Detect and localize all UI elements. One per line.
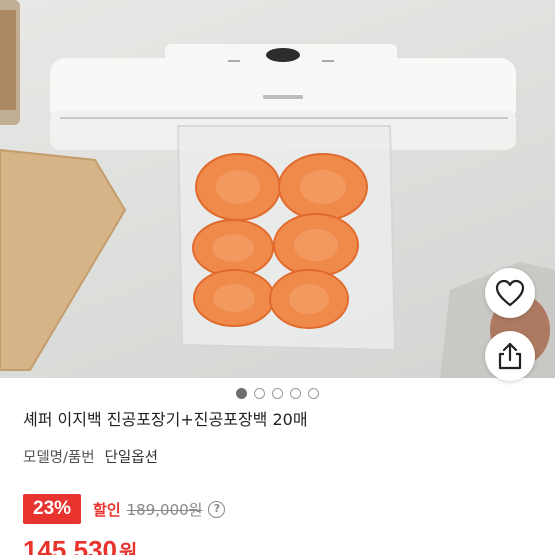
carousel-indicator xyxy=(0,388,555,400)
model-info: 모델명/품번 단일옵션 xyxy=(23,446,158,467)
heart-outline-icon xyxy=(495,279,525,307)
share-icon xyxy=(498,342,522,370)
info-icon[interactable]: ? xyxy=(208,500,226,518)
model-value: 단일옵션 xyxy=(104,450,158,466)
sale-price: 145,530 원 xyxy=(23,535,137,555)
discount-badge: 23% xyxy=(23,494,82,524)
model-label: 모델명/품번 xyxy=(23,450,95,466)
sale-price-value: 145,530 xyxy=(23,535,117,555)
product-image[interactable] xyxy=(0,0,555,378)
carousel-dot[interactable] xyxy=(308,388,319,399)
carousel-dot[interactable] xyxy=(236,388,247,399)
share-button[interactable] xyxy=(485,331,535,381)
product-title: 셰퍼 이지백 진공포장기+진공포장백 20매 xyxy=(23,410,308,429)
product-photo-illustration xyxy=(0,0,555,378)
like-button[interactable] xyxy=(485,268,535,318)
original-price: 189,000원 xyxy=(126,500,203,519)
discount-row: 23% 할인 189,000원 ? xyxy=(23,494,226,524)
currency-unit: 원 xyxy=(118,542,138,555)
carousel-dot[interactable] xyxy=(254,388,265,399)
carousel-dot[interactable] xyxy=(272,388,283,399)
sale-label: 할인 xyxy=(93,500,121,519)
carousel-dot[interactable] xyxy=(290,388,301,399)
